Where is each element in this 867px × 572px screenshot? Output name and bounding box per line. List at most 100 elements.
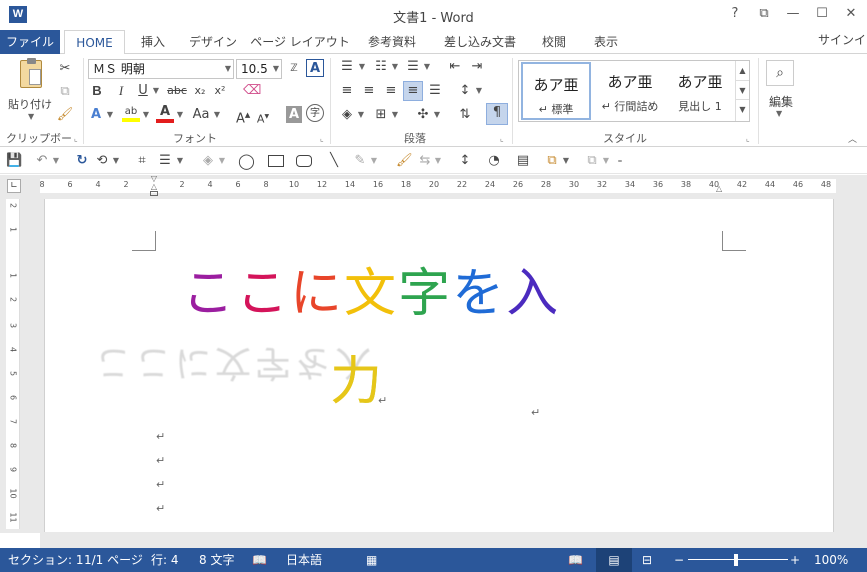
chevron-down-icon[interactable]: ▼ — [112, 152, 120, 170]
rainbow-headline-line2[interactable]: 力 — [330, 350, 382, 414]
shrink-font-a-icon[interactable]: A▼ — [256, 108, 270, 129]
text-direction-icon[interactable]: ↕ — [456, 152, 474, 170]
tab-design[interactable]: デザイン — [182, 30, 244, 54]
justify-icon[interactable]: ≡ — [403, 81, 423, 101]
paragraph-launcher-icon[interactable]: ⌞ — [500, 134, 504, 143]
editing-button[interactable]: 編集 — [766, 93, 796, 110]
zoom-slider[interactable] — [688, 559, 788, 560]
tab-view[interactable]: 表示 — [584, 30, 628, 54]
web-layout-icon[interactable]: ⊟ — [642, 548, 652, 572]
rainbow-headline-line1[interactable]: ここに文字を入 — [182, 262, 560, 326]
chevron-down-icon[interactable]: ▼ — [175, 106, 185, 124]
arrows-icon[interactable]: ⇆ — [416, 152, 434, 170]
strikethrough-icon[interactable]: abc — [166, 82, 188, 100]
align-right-icon[interactable]: ≡ — [382, 82, 400, 100]
more-styles-icon[interactable]: ▼ — [736, 99, 749, 119]
maximize-button[interactable]: ☐ — [810, 3, 834, 25]
zoom-out-icon[interactable]: − — [674, 548, 684, 572]
borders-icon[interactable]: ⊞ — [372, 106, 390, 124]
superscript-icon[interactable]: x² — [212, 82, 228, 100]
redo-icon[interactable]: ↻ — [74, 152, 90, 170]
increase-indent-icon[interactable]: ⇥ — [468, 58, 486, 76]
chevron-down-icon[interactable]: ▼ — [434, 152, 442, 170]
minimize-button[interactable]: — — [781, 3, 805, 25]
bold-icon[interactable]: B — [90, 82, 104, 100]
chevron-down-icon[interactable]: ▼ — [52, 152, 60, 170]
styles-launcher-icon[interactable]: ⌞ — [746, 134, 750, 143]
tab-page-layout[interactable]: ページ レイアウト — [250, 30, 350, 54]
chevron-down-icon[interactable]: ▼ — [176, 152, 184, 170]
close-button[interactable]: ✕ — [839, 3, 863, 25]
undo-icon[interactable]: ↶ — [34, 152, 50, 170]
zoom-slider-thumb[interactable] — [734, 554, 738, 566]
font-name-combo[interactable]: ＭＳ 明朝 ▼ — [88, 59, 234, 79]
clipboard-launcher-icon[interactable]: ⌞ — [74, 134, 78, 143]
fill-bucket-icon[interactable]: ◈ — [200, 152, 216, 170]
distributed-icon[interactable]: ☰ — [426, 82, 444, 100]
line-icon[interactable]: ╲ — [326, 152, 342, 170]
format-painter-icon[interactable]: 🖌 — [396, 152, 413, 170]
table-icon[interactable]: ⌗ — [134, 152, 150, 170]
scroll-down-icon[interactable]: ▼ — [736, 80, 749, 99]
collapse-ribbon-icon[interactable]: ︿ — [848, 132, 857, 145]
chevron-down-icon[interactable]: ▼ — [358, 58, 366, 76]
chevron-down-icon[interactable]: ▼ — [776, 109, 782, 118]
style-normal[interactable]: あア亜 ↵ 標準 — [521, 62, 591, 120]
grow-font-icon[interactable]: ℤ — [286, 60, 302, 78]
underline-icon[interactable]: U — [136, 82, 150, 100]
status-section[interactable]: セクション: 1 — [8, 548, 84, 572]
asian-layout-icon[interactable]: ✣ — [414, 106, 432, 124]
ribbon-display-options-button[interactable]: ⧉ — [752, 3, 776, 25]
right-indent-marker[interactable]: △ — [716, 184, 722, 193]
numbering-icon[interactable]: ☷ — [372, 58, 390, 76]
chevron-down-icon[interactable]: ▼ — [218, 152, 226, 170]
send-backward-icon[interactable]: ⧉ — [584, 152, 600, 170]
tab-insert[interactable]: 挿入 — [130, 30, 176, 54]
tab-references[interactable]: 参考資料 — [357, 30, 427, 54]
multilevel-list-icon[interactable]: ☰ — [404, 58, 422, 76]
help-button[interactable]: ? — [723, 3, 747, 25]
chevron-down-icon[interactable]: ▼ — [562, 152, 570, 170]
rounded-rectangle-icon[interactable] — [296, 155, 312, 167]
read-mode-icon[interactable]: 📖 — [568, 548, 583, 572]
style-heading-1[interactable]: あア亜 見出し 1 — [665, 61, 735, 121]
decrease-indent-icon[interactable]: ⇤ — [446, 58, 464, 76]
status-language[interactable]: 日本語 — [286, 548, 322, 572]
textbox-icon[interactable]: ▤ — [514, 152, 532, 170]
chevron-down-icon[interactable]: ▼ — [105, 106, 115, 124]
scroll-up-icon[interactable]: ▲ — [736, 61, 749, 80]
paste-button[interactable] — [16, 58, 46, 92]
chevron-down-icon[interactable]: ▼ — [391, 106, 399, 124]
change-case-icon[interactable]: Aa — [190, 106, 212, 124]
zoom-in-icon[interactable]: + — [790, 548, 800, 572]
align-center-icon[interactable]: ≡ — [360, 82, 378, 100]
line-spacing-icon[interactable]: ↕ — [456, 82, 474, 100]
chevron-down-icon[interactable]: ▼ — [602, 152, 610, 170]
chevron-down-icon[interactable]: ▼ — [433, 106, 441, 124]
save-icon[interactable]: 💾 — [6, 152, 22, 170]
highlight-icon[interactable]: ab — [122, 106, 140, 124]
zoom-level[interactable]: 100% — [814, 548, 848, 572]
tab-mailings[interactable]: 差し込み文書 — [435, 30, 525, 54]
print-layout-icon[interactable]: ▤ — [596, 548, 632, 572]
paste-dropdown-icon[interactable]: ▼ — [28, 112, 34, 121]
font-color-icon[interactable]: A — [156, 104, 174, 124]
bring-forward-icon[interactable]: ⧉ — [544, 152, 560, 170]
italic-icon[interactable]: I — [114, 82, 128, 100]
underline-dropdown-icon[interactable]: ▼ — [151, 82, 161, 100]
chevron-down-icon[interactable]: ▼ — [370, 152, 378, 170]
tab-file[interactable]: ファイル — [0, 30, 60, 54]
vertical-ruler[interactable] — [6, 199, 20, 529]
show-hide-marks-icon[interactable]: ¶ — [486, 103, 508, 125]
rectangle-icon[interactable] — [268, 155, 284, 167]
chevron-down-icon[interactable]: ▼ — [391, 58, 399, 76]
enclose-characters-icon[interactable]: 字 — [306, 104, 324, 122]
chevron-down-icon[interactable]: ▼ — [475, 82, 483, 100]
character-shading-icon[interactable]: A — [286, 106, 302, 123]
proofing-icon[interactable]: 📖 — [252, 548, 267, 572]
style-no-spacing[interactable]: あア亜 ↵ 行間詰め — [595, 61, 665, 121]
status-word-count[interactable]: 8 文字 — [199, 548, 234, 572]
clear-formatting-icon[interactable]: ⌫ — [243, 82, 261, 100]
chevron-down-icon[interactable]: ▼ — [423, 58, 431, 76]
chevron-down-icon[interactable]: ▼ — [141, 106, 151, 124]
